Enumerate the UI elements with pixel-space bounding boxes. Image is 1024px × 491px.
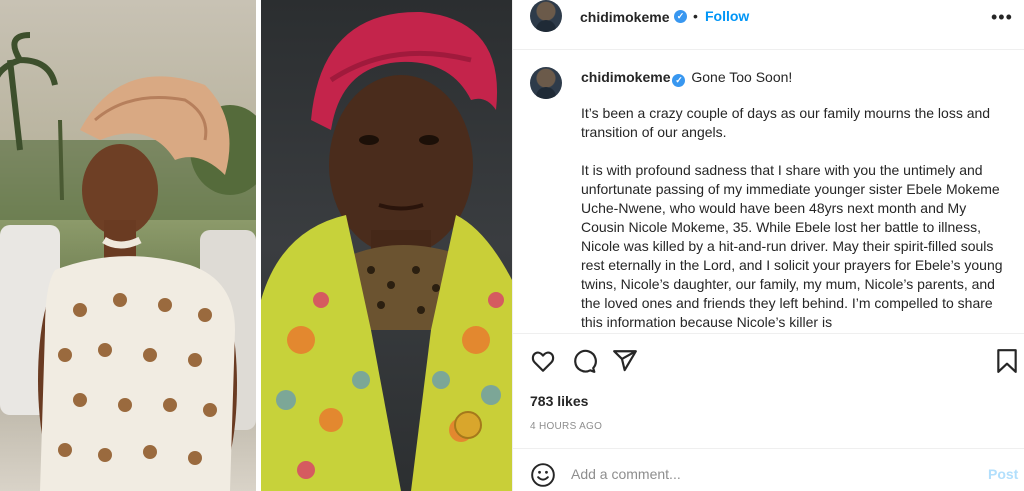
caption-area[interactable]: chidimokeme ✓ Gone Too Soon! It’s been a … (513, 51, 1024, 333)
follow-button[interactable]: Follow (705, 8, 749, 24)
caption-paragraph: It is with profound sadness that I share… (581, 162, 1003, 330)
caption-paragraph: It’s been a crazy couple of days as our … (581, 105, 991, 140)
photo-left (0, 0, 256, 491)
post-comment-button[interactable]: Post (988, 466, 1018, 482)
caption-title: Gone Too Soon! (691, 69, 793, 85)
post-panel: chidimokeme ✓ • Follow ••• chidimokeme ✓ … (512, 0, 1024, 491)
likes-count[interactable]: 783 likes (530, 393, 588, 409)
verified-badge-icon: ✓ (674, 10, 687, 23)
post-media[interactable] (0, 0, 512, 491)
separator-dot: • (693, 8, 698, 24)
caption-username[interactable]: chidimokeme (581, 69, 670, 85)
photo-right (261, 0, 512, 491)
verified-badge-icon: ✓ (672, 74, 686, 87)
more-options-icon[interactable]: ••• (991, 7, 1013, 28)
avatar[interactable] (530, 0, 562, 32)
caption-avatar[interactable] (530, 67, 562, 99)
share-icon[interactable] (612, 348, 638, 374)
bookmark-icon[interactable] (994, 348, 1020, 374)
comment-input[interactable] (571, 463, 951, 485)
heart-icon[interactable] (530, 348, 556, 374)
post-username[interactable]: chidimokeme (580, 9, 669, 25)
caption-body: It’s been a crazy couple of days as our … (581, 104, 1006, 333)
emoji-icon[interactable] (530, 462, 556, 488)
post-actions: 783 likes 4 HOURS AGO (513, 333, 1024, 453)
caption-header: chidimokeme ✓ Gone Too Soon! (581, 68, 793, 87)
post-timestamp[interactable]: 4 HOURS AGO (530, 421, 602, 432)
comment-bar: Post (513, 448, 1024, 491)
post-header: chidimokeme ✓ • Follow ••• (513, 0, 1024, 50)
comment-icon[interactable] (571, 348, 597, 374)
